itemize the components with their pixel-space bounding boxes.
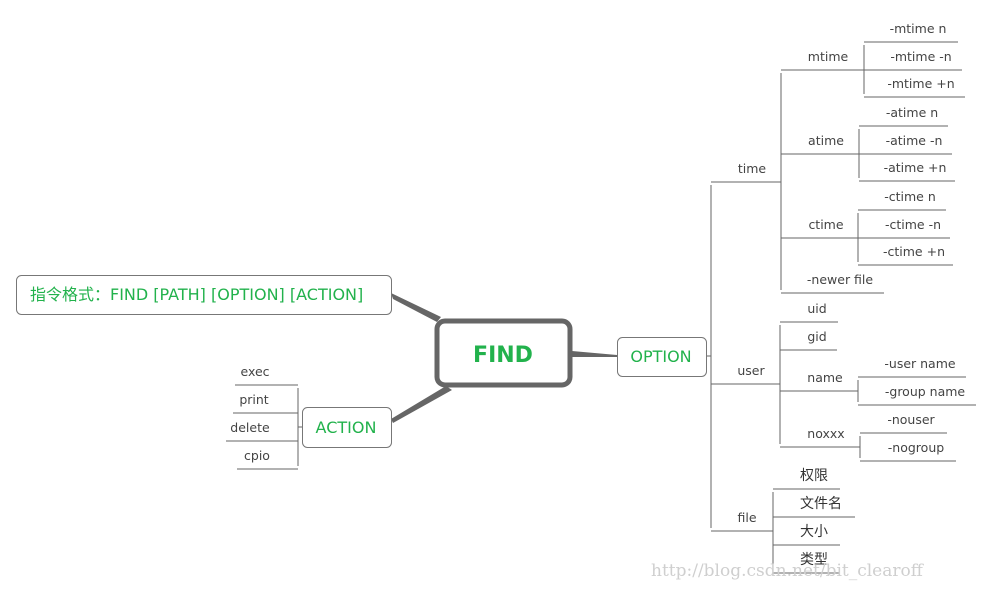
action-item[interactable]: cpio <box>244 448 270 463</box>
atime-item[interactable]: -atime -n <box>886 133 943 148</box>
uid-node[interactable]: uid <box>807 301 826 316</box>
mind-map: 指令格式：FIND [PATH] [OPTION] [ACTION] FIND … <box>16 21 976 581</box>
watermark: http://blog.csdn.net/bit_clearoff <box>651 561 925 581</box>
action-item[interactable]: print <box>239 392 268 407</box>
connector-format <box>391 293 441 322</box>
atime-item[interactable]: -atime n <box>886 105 938 120</box>
file-item[interactable]: 大小 <box>800 524 828 540</box>
name-item[interactable]: -user name <box>884 356 956 371</box>
gid-node[interactable]: gid <box>807 329 826 344</box>
action-item[interactable]: exec <box>240 364 269 379</box>
mtime-node[interactable]: mtime <box>808 49 849 64</box>
newer-node[interactable]: -newer file <box>807 272 873 287</box>
noxxx-item[interactable]: -nouser <box>887 412 935 427</box>
atime-item[interactable]: -atime +n <box>884 160 947 175</box>
file-node[interactable]: file <box>737 510 756 525</box>
user-node[interactable]: user <box>737 363 765 378</box>
atime-node[interactable]: atime <box>808 133 844 148</box>
name-node[interactable]: name <box>807 370 843 385</box>
connector-action <box>391 386 452 423</box>
option-node-label: OPTION <box>630 347 691 366</box>
action-node-label: ACTION <box>316 418 377 437</box>
ctime-node[interactable]: ctime <box>808 217 843 232</box>
action-item[interactable]: delete <box>230 420 270 435</box>
ctime-item[interactable]: -ctime -n <box>885 217 941 232</box>
file-item[interactable]: 权限 <box>800 468 828 484</box>
noxxx-item[interactable]: -nogroup <box>888 440 944 455</box>
noxxx-node[interactable]: noxxx <box>807 426 844 441</box>
format-node-label: 指令格式：FIND [PATH] [OPTION] [ACTION] <box>30 285 363 304</box>
ctime-item[interactable]: -ctime +n <box>883 244 945 259</box>
mtime-item[interactable]: -mtime n <box>890 21 947 36</box>
time-node[interactable]: time <box>738 161 767 176</box>
file-item[interactable]: 文件名 <box>800 496 842 512</box>
name-item[interactable]: -group name <box>885 384 966 399</box>
mtime-item[interactable]: -mtime -n <box>890 49 951 64</box>
connector-option <box>572 351 617 357</box>
mtime-item[interactable]: -mtime +n <box>887 76 954 91</box>
ctime-item[interactable]: -ctime n <box>884 189 936 204</box>
root-node-label: FIND <box>473 343 533 368</box>
